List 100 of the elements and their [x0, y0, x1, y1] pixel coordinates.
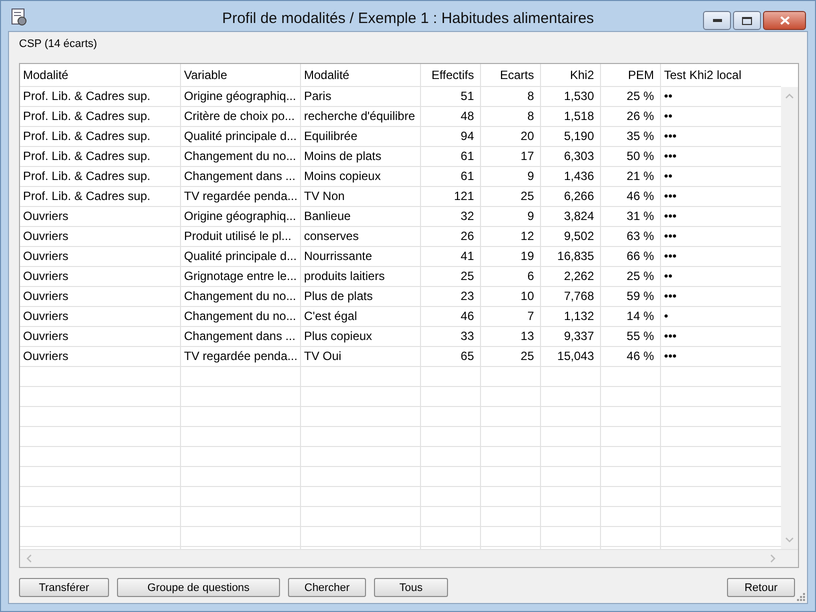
table-cell: 63 %	[601, 227, 661, 246]
table-cell: Prof. Lib. & Cadres sup.	[20, 107, 181, 126]
table-cell: 33	[421, 327, 481, 346]
table-cell: Origine géographiq...	[181, 87, 301, 106]
table-cell: 23	[421, 287, 481, 306]
table-cell: 26	[421, 227, 481, 246]
column-header[interactable]: PEM	[601, 64, 661, 86]
table-cell: Origine géographiq...	[181, 207, 301, 226]
table-cell: 25	[481, 187, 541, 206]
table-cell: Plus copieux	[301, 327, 421, 346]
table-cell: Qualité principale d...	[181, 127, 301, 146]
table-cell: 51	[421, 87, 481, 106]
table-cell: 55 %	[601, 327, 661, 346]
table-cell: Moins copieux	[301, 167, 421, 186]
table-cell: 7,768	[541, 287, 601, 306]
table-cell: Banlieue	[301, 207, 421, 226]
table-cell: 5,190	[541, 127, 601, 146]
table-cell: Plus de plats	[301, 287, 421, 306]
table-cell: TV regardée penda...	[181, 187, 301, 206]
action-button[interactable]: Groupe de questions	[117, 578, 280, 597]
vertical-scrollbar[interactable]	[781, 87, 798, 549]
column-header[interactable]: Modalité	[301, 64, 421, 86]
table-cell: 66 %	[601, 247, 661, 266]
table-cell: Changement dans ...	[181, 167, 301, 186]
table-cell: 15,043	[541, 347, 601, 366]
table-cell: 61	[421, 167, 481, 186]
table-cell: Ouvriers	[20, 207, 181, 226]
table-cell: 1,436	[541, 167, 601, 186]
column-header[interactable]: Test Khi2 local	[661, 64, 782, 86]
table-cell: 9	[481, 207, 541, 226]
close-button[interactable]	[763, 11, 806, 30]
column-header[interactable]: Khi2	[541, 64, 601, 86]
table-cell: 48	[421, 107, 481, 126]
table-cell: Moins de plats	[301, 147, 421, 166]
table-cell: 32	[421, 207, 481, 226]
table-cell: 1,132	[541, 307, 601, 326]
table-cell: 20	[481, 127, 541, 146]
table-cell: Nourrissante	[301, 247, 421, 266]
column-header[interactable]: Ecarts	[481, 64, 541, 86]
scroll-left-icon	[26, 554, 32, 563]
back-button[interactable]: Retour	[727, 578, 795, 597]
maximize-button[interactable]	[733, 11, 761, 30]
table-cell: Equilibrée	[301, 127, 421, 146]
table-cell: 9	[481, 167, 541, 186]
table-cell: 35 %	[601, 127, 661, 146]
table-cell: TV regardée penda...	[181, 347, 301, 366]
table-cell: 25	[421, 267, 481, 286]
app-icon	[11, 8, 27, 26]
table-cell: 25 %	[601, 87, 661, 106]
table-cell: Ouvriers	[20, 327, 181, 346]
horizontal-scrollbar[interactable]	[20, 549, 798, 567]
table-cell: conserves	[301, 227, 421, 246]
table-cell: 6,303	[541, 147, 601, 166]
table-cell: 6	[481, 267, 541, 286]
column-header[interactable]: Modalité	[20, 64, 181, 86]
action-button[interactable]: Transférer	[19, 578, 109, 597]
table-cell: 59 %	[601, 287, 661, 306]
table-cell: Changement du no...	[181, 287, 301, 306]
table-cell: Critère de choix po...	[181, 107, 301, 126]
resize-grip-icon	[796, 592, 805, 601]
table-cell: Changement du no...	[181, 147, 301, 166]
scroll-up-icon	[785, 93, 794, 99]
table-cell: 46 %	[601, 347, 661, 366]
table-cell: 31 %	[601, 207, 661, 226]
table-cell: Prof. Lib. & Cadres sup.	[20, 87, 181, 106]
column-header[interactable]: Variable	[181, 64, 301, 86]
window-title: Profil de modalités / Exemple 1 : Habitudes alimentaires	[222, 9, 594, 27]
table-cell: 50 %	[601, 147, 661, 166]
table-cell: 6,266	[541, 187, 601, 206]
table-cell: 9,337	[541, 327, 601, 346]
table-cell: 13	[481, 327, 541, 346]
table-cell: Ouvriers	[20, 267, 181, 286]
close-icon	[780, 16, 790, 25]
table-cell: 41	[421, 247, 481, 266]
table-cell: 12	[481, 227, 541, 246]
table-cell: Prof. Lib. & Cadres sup.	[20, 187, 181, 206]
table-cell: Changement du no...	[181, 307, 301, 326]
minimize-button[interactable]	[703, 11, 731, 30]
table-cell: recherche d'équilibre	[301, 107, 421, 126]
table-cell: 25 %	[601, 267, 661, 286]
table-cell: 1,530	[541, 87, 601, 106]
column-header[interactable]: Effectifs	[421, 64, 481, 86]
table-cell: Ouvriers	[20, 247, 181, 266]
table-cell: Grignotage entre le...	[181, 267, 301, 286]
table-cell: TV Oui	[301, 347, 421, 366]
table-cell: 65	[421, 347, 481, 366]
action-button[interactable]: Tous	[374, 578, 448, 597]
table-cell: 94	[421, 127, 481, 146]
table-cell: Prof. Lib. & Cadres sup.	[20, 127, 181, 146]
table-cell: 9,502	[541, 227, 601, 246]
action-button[interactable]: Chercher	[288, 578, 366, 597]
table-cell: 46 %	[601, 187, 661, 206]
minimize-icon	[712, 19, 722, 22]
table-cell: Ouvriers	[20, 307, 181, 326]
table-cell: 26 %	[601, 107, 661, 126]
table-cell: Ouvriers	[20, 347, 181, 366]
table-cell: 8	[481, 107, 541, 126]
table-cell: Prof. Lib. & Cadres sup.	[20, 167, 181, 186]
table-cell: 14 %	[601, 307, 661, 326]
scroll-down-icon	[785, 537, 794, 543]
